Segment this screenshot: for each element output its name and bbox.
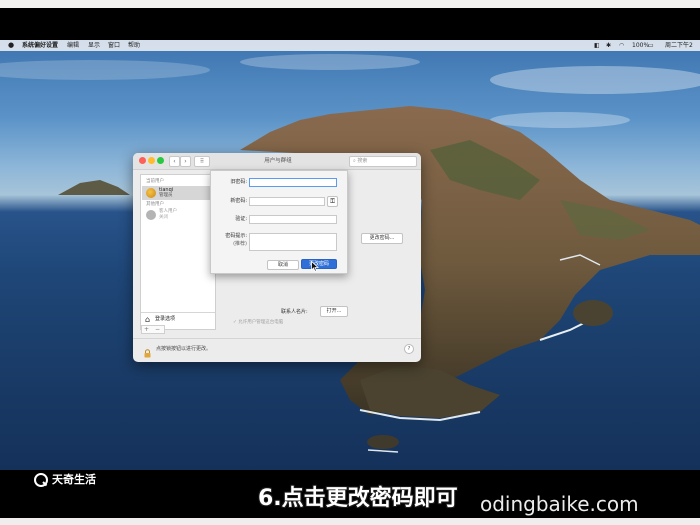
wifi-icon[interactable]: ◠ (619, 40, 624, 51)
show-all-grid-icon[interactable]: ⠿ (194, 156, 210, 167)
password-hint-input[interactable] (249, 233, 337, 251)
minimize-window-icon[interactable] (148, 157, 155, 164)
video-bottom-strip (0, 518, 700, 525)
lock-message: 点按锁按钮以进行更改。 (156, 346, 212, 352)
verify-label: 验证: (235, 216, 247, 222)
old-password-label: 旧密码: (230, 179, 247, 185)
confirm-change-password-button[interactable]: 更改密码 (301, 259, 337, 269)
lock-icon[interactable] (143, 343, 152, 358)
mouse-cursor-icon (311, 261, 319, 272)
site-watermark: odingbaike.com (480, 492, 639, 516)
search-field[interactable]: ⌕ 搜索 (349, 156, 417, 167)
bottom-divider (133, 338, 421, 339)
add-remove-controls: + − (141, 325, 165, 334)
current-user-role: 管理员 (159, 193, 173, 198)
avatar (146, 188, 156, 198)
sidebar-item-guest-user[interactable]: 客人用户 关闭 (142, 208, 214, 222)
remove-user-button[interactable]: − (155, 326, 160, 333)
zoom-window-icon[interactable] (157, 157, 164, 164)
menu-help[interactable]: 帮助 (128, 40, 140, 51)
menu-edit[interactable]: 编辑 (67, 40, 79, 51)
allow-admin-checkbox[interactable]: ✓ 允许用户管理这台电脑 (233, 319, 283, 325)
change-password-sheet: 旧密码: 新密码: ⚿ 验证: 密码提示: (推荐) 取消 更改密码 (210, 170, 348, 274)
sidebar-item-current-user[interactable]: tianqi 管理员 (142, 186, 214, 200)
step-subtitle: 6.点击更改密码即可 (258, 486, 458, 511)
guest-status: 关闭 (159, 215, 168, 220)
current-user-header: 当前用户 (146, 179, 164, 184)
brand-logo-icon (34, 473, 48, 487)
old-password-input[interactable] (249, 178, 337, 187)
forward-button[interactable]: › (180, 156, 191, 167)
help-button[interactable]: ? (404, 344, 414, 354)
cancel-button[interactable]: 取消 (267, 260, 299, 270)
new-password-label: 新密码: (230, 198, 247, 204)
search-placeholder: 搜索 (357, 158, 368, 164)
video-letterbox-top (0, 8, 700, 40)
video-top-strip (0, 0, 700, 8)
window-titlebar: ‹ › ⠿ 用户与群组 ⌕ 搜索 (133, 153, 421, 170)
login-options[interactable]: 登录选项 (155, 316, 175, 323)
battery-level: 100% (632, 42, 650, 49)
back-button[interactable]: ‹ (169, 156, 180, 167)
menu-window[interactable]: 窗口 (108, 40, 120, 51)
open-contact-button[interactable]: 打开... (320, 306, 348, 317)
menu-bar: ● 系统偏好设置 编辑 显示 窗口 帮助 ◧ ✱ ◠ 100% ▭ 周二下午2 (0, 40, 700, 51)
contact-card-label: 联系人名片: (281, 309, 308, 315)
new-password-input[interactable] (249, 197, 325, 206)
sidebar-divider (141, 312, 215, 313)
close-window-icon[interactable] (139, 157, 146, 164)
house-icon: ⌂ (145, 315, 151, 324)
password-hint-label: 密码提示: (225, 233, 247, 239)
user-list-sidebar: 当前用户 tianqi 管理员 其他用户 客人用户 关闭 ⌂ 登录选项 (140, 174, 216, 330)
add-user-button[interactable]: + (144, 326, 149, 333)
change-password-button[interactable]: 更改密码... (361, 233, 403, 244)
guest-avatar-icon (146, 210, 156, 220)
search-icon: ⌕ (353, 158, 356, 164)
window-title: 用户与群组 (264, 158, 292, 164)
allow-admin-label: 允许用户管理这台电脑 (238, 320, 284, 325)
verify-password-input[interactable] (249, 215, 337, 224)
apple-icon[interactable]: ● (8, 40, 14, 51)
battery-icon[interactable]: ▭ (648, 40, 654, 51)
screen-mirroring-icon[interactable]: ◧ (594, 40, 600, 51)
menu-app-name[interactable]: 系统偏好设置 (22, 40, 58, 51)
password-assistant-key-icon[interactable]: ⚿ (327, 196, 338, 207)
bluetooth-icon[interactable]: ✱ (606, 40, 611, 51)
clock[interactable]: 周二下午2 (665, 40, 693, 51)
brand-name: 天奇生活 (52, 473, 96, 486)
menu-view[interactable]: 显示 (88, 40, 100, 51)
password-hint-recommended: (推荐) (233, 241, 247, 247)
